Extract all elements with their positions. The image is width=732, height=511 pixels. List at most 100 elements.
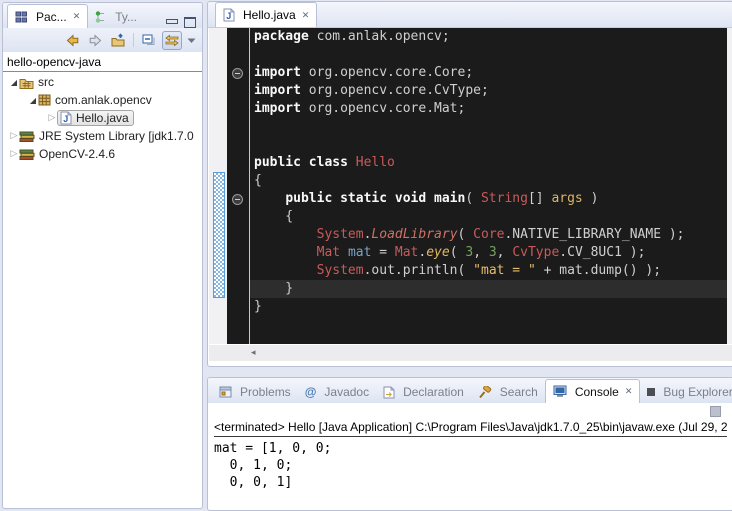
declaration-icon [383, 386, 395, 399]
close-icon[interactable]: ✕ [625, 387, 633, 396]
type-hierarchy-icon [95, 11, 107, 23]
selected-item-highlight: J Hello.java [57, 110, 134, 126]
library-icon [19, 130, 35, 143]
code-line: package com.anlak.opencv; [254, 28, 727, 46]
console-output[interactable]: mat = [1, 0, 0; 0, 1, 0; 0, 0, 1] [208, 437, 732, 494]
package-explorer-icon [15, 11, 28, 23]
java-file-icon: J [60, 111, 72, 125]
close-icon[interactable]: ✕ [73, 12, 81, 21]
tab-hello-java[interactable]: J Hello.java ✕ [215, 2, 317, 27]
tree-item-label: com.anlak.opencv [55, 93, 152, 107]
code-line [254, 136, 727, 154]
range-indicator [213, 172, 225, 298]
forward-button[interactable] [85, 31, 105, 50]
horizontal-scrollbar[interactable]: ◂ [209, 345, 732, 361]
editor-tabbar: J Hello.java ✕ [208, 2, 732, 28]
tree-item-com.anlak.opencv[interactable]: ◢ com.anlak.opencv [3, 91, 202, 109]
code-line: { [254, 172, 727, 190]
console-toolbar [208, 403, 732, 418]
library-icon [19, 148, 35, 161]
search-icon [478, 386, 492, 399]
svg-text:J: J [226, 11, 231, 21]
scroll-left-icon[interactable]: ◂ [251, 348, 256, 358]
tree-item-label: src [38, 75, 54, 89]
code-line: public class Hello [254, 154, 727, 172]
close-icon[interactable]: ✕ [302, 11, 310, 20]
console-output-line: 0, 1, 0; [214, 457, 727, 474]
minimize-view-button[interactable] [166, 19, 178, 24]
code-line [254, 46, 727, 64]
tab-problems[interactable]: Problems [212, 381, 298, 403]
collapse-arrow-icon[interactable]: ◢ [28, 96, 38, 105]
console-panel: Problems@JavadocDeclarationSearchConsole… [207, 377, 732, 511]
expand-arrow-icon[interactable]: ▷ [47, 113, 57, 123]
tab-label: Hello.java [243, 8, 296, 22]
code-line: import org.opencv.core.Core; [254, 64, 727, 82]
svg-text:J: J [63, 114, 68, 124]
console-output-line: 0, 0, 1] [214, 474, 727, 491]
tree-item-opencv-2.4.6[interactable]: ▷OpenCV-2.4.6 [3, 145, 202, 163]
code-line: System.LoadLibrary( Core.NATIVE_LIBRARY_… [254, 226, 727, 244]
code-area[interactable]: package com.anlak.opencv; import org.open… [249, 28, 727, 344]
tab-label: Bug Explorer [663, 385, 732, 399]
back-button[interactable] [62, 31, 82, 50]
terminate-button[interactable] [710, 406, 721, 417]
link-with-editor-button[interactable] [162, 31, 182, 50]
package-explorer-panel: Pac... ✕ Ty... [2, 2, 203, 509]
view-menu-button[interactable] [185, 31, 198, 50]
tab-label: Ty... [115, 10, 137, 24]
code-line: System.out.println( "mat = " + mat.dump(… [254, 262, 727, 280]
collapse-arrow-icon[interactable]: ◢ [9, 78, 19, 87]
tab-label: Declaration [403, 385, 464, 399]
java-file-icon: J [223, 8, 235, 22]
console-header: <terminated> Hello [Java Application] C:… [214, 419, 727, 437]
source-folder-icon [19, 76, 34, 89]
collapse-all-button[interactable] [139, 31, 159, 50]
expand-arrow-icon[interactable]: ▷ [9, 131, 19, 141]
expand-arrow-icon[interactable]: ▷ [9, 149, 19, 159]
tree-item-label: Hello.java [76, 111, 129, 125]
tab-declaration[interactable]: Declaration [376, 381, 471, 403]
javadoc-icon: @ [305, 385, 317, 399]
fold-collapse-icon[interactable] [232, 68, 243, 79]
fold-collapse-icon[interactable] [232, 194, 243, 205]
tree-item-hello.java[interactable]: ▷ J Hello.java [3, 109, 202, 127]
tab-label: Console [575, 385, 619, 399]
tree-item-label: JRE System Library [jdk1.7.0 [39, 129, 194, 143]
tab-bug-explorer[interactable]: Bug Explorer [640, 381, 732, 403]
code-lines: package com.anlak.opencv; import org.open… [250, 28, 727, 316]
tree-item-src[interactable]: ◢ src [3, 73, 202, 91]
editor-panel: J Hello.java ✕ package com.anlak.opencv;… [207, 1, 732, 367]
tab-type-hierarchy[interactable]: Ty... [88, 6, 144, 28]
console-icon [553, 385, 567, 398]
tab-javadoc[interactable]: @ Javadoc [298, 381, 376, 403]
code-line: import org.opencv.core.Mat; [254, 100, 727, 118]
up-button[interactable] [108, 31, 128, 50]
vertical-scrollbar[interactable] [727, 28, 732, 344]
annotation-ruler[interactable] [209, 28, 227, 344]
code-line [254, 118, 727, 136]
code-line: { [254, 208, 727, 226]
tab-label: Pac... [36, 10, 67, 24]
package-explorer-tabbar: Pac... ✕ Ty... [3, 3, 202, 28]
toolbar-separator [133, 33, 134, 47]
code-line: } [254, 298, 727, 316]
project-label[interactable]: hello-opencv-java [3, 52, 202, 72]
folding-ruler[interactable] [227, 28, 249, 344]
tab-package-explorer[interactable]: Pac... ✕ [7, 4, 88, 28]
tab-label: Problems [240, 385, 291, 399]
maximize-view-button[interactable] [184, 17, 196, 28]
bug-icon [647, 388, 655, 396]
tab-search[interactable]: Search [471, 381, 545, 403]
console-output-line: mat = [1, 0, 0; [214, 440, 727, 457]
tree-item-jre-system-library-jdk1.7.0[interactable]: ▷ JRE System Library [jdk1.7.0 [3, 127, 202, 145]
problems-icon [219, 386, 232, 398]
code-line: public static void main( String[] args ) [254, 190, 727, 208]
editor-body: package com.anlak.opencv; import org.open… [209, 28, 732, 344]
code-line: } [254, 280, 727, 298]
code-line: Mat mat = Mat.eye( 3, 3, CvType.CV_8UC1 … [254, 244, 727, 262]
tab-console[interactable]: Console ✕ [545, 379, 641, 403]
tab-label: Javadoc [324, 385, 369, 399]
package-icon [38, 94, 51, 106]
package-tree: ◢src◢com.anlak.opencv▷JHello.java▷JRE Sy… [3, 72, 202, 163]
